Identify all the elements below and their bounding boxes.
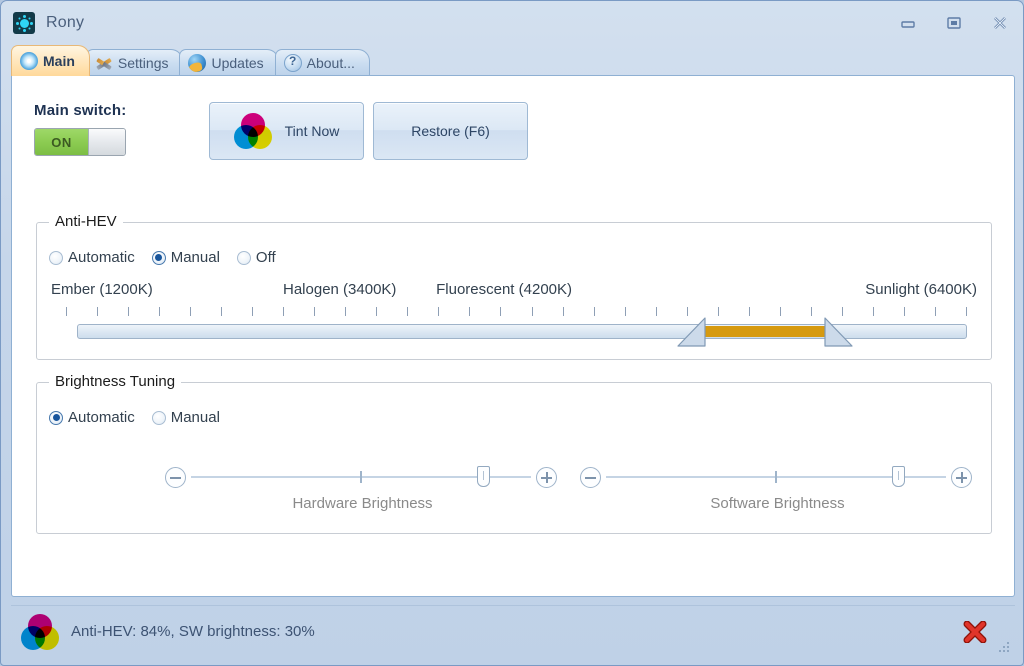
tint-now-button[interactable]: Tint Now [209, 102, 364, 160]
main-switch-knob [88, 129, 125, 155]
window-title: Rony [46, 14, 85, 31]
radio-dot-icon [236, 250, 251, 265]
anti-hev-group: Anti-HEV Automatic Manual Off Ember (120… [36, 213, 992, 360]
globe-icon [188, 54, 207, 72]
cmy-venn-icon [21, 613, 59, 650]
tab-updates-label: Updates [211, 55, 264, 71]
tab-updates[interactable]: Updates [179, 49, 279, 76]
app-window: Rony Main Settings Updates ? About... Ma… [0, 0, 1024, 666]
radio-dot-icon [151, 250, 166, 265]
plus-icon[interactable] [951, 467, 972, 488]
tab-bar: Main Settings Updates About... [1, 45, 1023, 76]
tab-settings[interactable]: Settings [85, 49, 184, 76]
radio-anti-hev-manual[interactable]: Manual [151, 249, 220, 266]
anti-hev-scale-label: Fluorescent (4200K) [436, 281, 573, 298]
restore-button[interactable]: Restore (F6) [373, 102, 528, 160]
tab-main-label: Main [43, 53, 75, 69]
anti-hev-handle-low[interactable] [676, 316, 707, 348]
sun-burst-icon [13, 12, 35, 34]
anti-hev-range-slider[interactable] [77, 317, 967, 347]
radio-brightness-automatic-label: Automatic [68, 409, 135, 426]
minus-icon[interactable] [165, 467, 186, 488]
red-x-icon[interactable] [963, 620, 987, 643]
status-bar: Anti-HEV: 84%, SW brightness: 30% [11, 605, 1015, 657]
anti-hev-scale-label: Halogen (3400K) [283, 281, 397, 298]
help-icon [283, 54, 302, 72]
main-switch-state: ON [35, 129, 88, 155]
status-text: Anti-HEV: 84%, SW brightness: 30% [71, 623, 315, 640]
tab-settings-label: Settings [117, 55, 169, 71]
radio-anti-hev-off[interactable]: Off [236, 249, 276, 266]
radio-dot-icon [49, 410, 63, 425]
software-brightness-center-tick [775, 471, 777, 483]
top-controls-row: Main switch: ON Tint Now Restore (F6) [12, 76, 1014, 160]
hardware-brightness-center-tick [360, 471, 362, 483]
plus-icon[interactable] [536, 467, 557, 488]
radio-anti-hev-manual-label: Manual [170, 249, 220, 266]
close-icon[interactable] [977, 8, 1023, 38]
tab-main[interactable]: Main [11, 45, 90, 76]
tint-now-label: Tint Now [284, 123, 340, 139]
radio-dot-icon [49, 250, 63, 265]
hardware-brightness-slider: Hardware Brightness [165, 463, 560, 525]
tab-about-label: About... [306, 55, 355, 71]
title-bar: Rony [1, 1, 1023, 45]
minus-icon[interactable] [580, 467, 601, 488]
maximize-icon[interactable] [931, 8, 977, 38]
radio-anti-hev-automatic[interactable]: Automatic [49, 249, 135, 266]
tools-icon [95, 54, 113, 72]
hardware-brightness-handle[interactable] [477, 466, 491, 487]
anti-hev-title: Anti-HEV [49, 213, 123, 230]
anti-hev-scale-labels: Ember (1200K) Halogen (3400K) Fluorescent … [37, 281, 991, 301]
tab-about[interactable]: About... [274, 49, 370, 76]
brightness-tuning-group: Brightness Tuning Automatic Manual Hardw… [36, 373, 992, 534]
radio-anti-hev-automatic-label: Automatic [68, 249, 135, 266]
radio-brightness-manual[interactable]: Manual [151, 409, 220, 426]
radio-dot-icon [151, 410, 166, 425]
radio-brightness-manual-label: Manual [170, 409, 220, 426]
anti-hev-scale-label: Ember (1200K) [51, 281, 153, 298]
resize-grip[interactable] [996, 639, 1009, 652]
brightness-sliders-row: Hardware Brightness Software Brightness [37, 463, 991, 525]
window-controls [885, 1, 1023, 45]
cmy-venn-icon [233, 113, 272, 149]
anti-hev-scale-label: Sunlight (6400K) [865, 281, 977, 298]
main-panel: Main switch: ON Tint Now Restore (F6) An… [11, 75, 1015, 597]
anti-hev-slider-fill [704, 326, 825, 337]
radio-anti-hev-off-label: Off [255, 249, 276, 266]
main-switch-toggle[interactable]: ON [34, 128, 126, 156]
radio-brightness-automatic[interactable]: Automatic [49, 409, 135, 426]
main-switch-label: Main switch: [34, 102, 127, 119]
restore-label: Restore (F6) [411, 123, 490, 139]
minimize-icon[interactable] [885, 8, 931, 38]
software-brightness-slider: Software Brightness [580, 463, 975, 525]
anti-hev-mode-radios: Automatic Manual Off [49, 249, 276, 266]
hardware-brightness-caption: Hardware Brightness [292, 495, 433, 512]
anti-hev-handle-high[interactable] [823, 316, 854, 348]
software-brightness-handle[interactable] [892, 466, 906, 487]
brightness-mode-radios: Automatic Manual [49, 409, 220, 426]
main-switch-block: Main switch: ON [34, 102, 209, 156]
starburst-icon [20, 52, 38, 70]
brightness-tuning-title: Brightness Tuning [49, 373, 182, 390]
software-brightness-caption: Software Brightness [710, 495, 845, 512]
